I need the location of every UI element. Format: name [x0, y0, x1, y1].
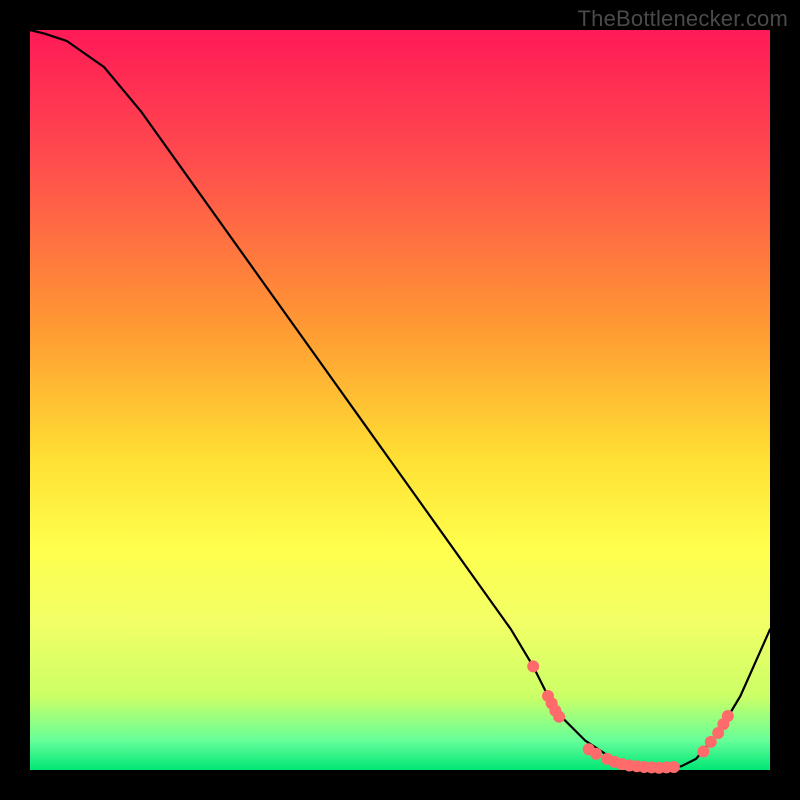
- chart-curve-layer: [30, 30, 770, 770]
- curve-marker: [722, 710, 734, 722]
- curve-marker: [527, 660, 539, 672]
- curve-marker: [697, 746, 709, 758]
- curve-marker: [553, 711, 565, 723]
- curve-marker: [590, 748, 602, 760]
- curve-marker: [668, 761, 680, 773]
- chart-plot-area: [30, 30, 770, 770]
- watermark-text: TheBottlenecker.com: [578, 6, 788, 32]
- bottleneck-curve: [30, 30, 770, 768]
- curve-markers: [527, 660, 734, 773]
